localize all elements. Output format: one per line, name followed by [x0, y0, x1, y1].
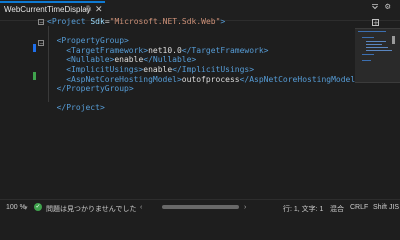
code-token: <AspNetCoreHostingModel>	[66, 74, 182, 84]
chevron-down-icon[interactable]	[371, 3, 379, 13]
code-token: <Nullable>	[66, 55, 115, 65]
check-circle-icon[interactable]: ✓	[34, 203, 42, 211]
change-marker-saved	[33, 72, 36, 80]
collapse-project-icon[interactable]: −	[38, 19, 44, 26]
scroll-left-icon[interactable]: ‹	[140, 204, 142, 211]
code-token: enable	[114, 55, 144, 65]
minimap-line	[366, 47, 388, 48]
code-line[interactable]: <ImplicitUsings>enable</ImplicitUsings>	[66, 65, 254, 75]
code-token: </PropertyGroup>	[56, 84, 134, 94]
code-token: >	[220, 17, 226, 26]
code-line[interactable]: </PropertyGroup>	[57, 84, 134, 94]
minimap-line	[366, 50, 392, 51]
code-token: </TargetFramework>	[181, 45, 269, 55]
split-editor-icon[interactable]: +	[372, 19, 379, 27]
code-token: </Nullable>	[143, 55, 197, 65]
zoom-dropdown-icon[interactable]: ▾	[24, 204, 28, 212]
minimap-line	[362, 37, 374, 38]
scroll-right-icon[interactable]: ›	[244, 204, 246, 211]
close-icon[interactable]: ✕	[95, 4, 103, 15]
code-token: <PropertyGroup>	[56, 36, 129, 46]
code-token: <ImplicitUsings>	[66, 65, 144, 74]
code-token: Sdk	[90, 17, 105, 26]
issues-status[interactable]: 問題は見つかりませんでした	[46, 204, 136, 214]
code-token: "Microsoft.NET.Sdk.Web"	[109, 17, 221, 26]
minimap-line	[362, 54, 374, 55]
gear-icon[interactable]: ⚙	[385, 2, 390, 12]
minimap-line	[362, 60, 371, 61]
code-line[interactable]: <TargetFramework>net10.0</TargetFramewor…	[66, 46, 268, 56]
indent-guide	[48, 26, 49, 102]
tab-title: WebCurrentTimeDisplay	[4, 5, 91, 14]
code-token: net10.0	[148, 45, 182, 55]
code-line[interactable]: <PropertyGroup>	[57, 36, 129, 46]
code-token: </Project>	[56, 103, 105, 113]
pin-icon[interactable]	[84, 5, 92, 15]
minimap-line	[366, 41, 386, 42]
minimap-line	[358, 31, 386, 32]
horizontal-scroll-thumb[interactable]	[162, 205, 239, 209]
code-line[interactable]: <Nullable>enable</Nullable>	[66, 55, 196, 65]
encoding-mode[interactable]: 混合	[330, 204, 344, 214]
zoom-level[interactable]: 100 %	[6, 204, 26, 211]
change-marker-unsaved	[33, 44, 36, 52]
code-token: <TargetFramework>	[66, 45, 149, 55]
line-ending[interactable]: CRLF	[350, 204, 368, 211]
minimap-line	[366, 44, 382, 45]
charset[interactable]: Shift JIS	[373, 204, 399, 211]
code-token: </ImplicitUsings>	[172, 65, 255, 74]
code-token: enable	[143, 65, 173, 74]
collapse-propertygroup-icon[interactable]: −	[38, 40, 44, 47]
code-line[interactable]: <Project Sdk="Microsoft.NET.Sdk.Web">	[47, 17, 225, 27]
code-token: </AspNetCoreHostingModel>	[239, 74, 360, 84]
code-token: <Project	[47, 17, 91, 26]
code-line[interactable]: <AspNetCoreHostingModel>outofprocess</As…	[66, 75, 360, 85]
code-token: outofprocess	[181, 74, 240, 84]
code-line[interactable]: </Project>	[57, 103, 105, 113]
scroll-thumb[interactable]	[392, 36, 395, 44]
cursor-position[interactable]: 行: 1, 文字: 1	[283, 204, 323, 214]
